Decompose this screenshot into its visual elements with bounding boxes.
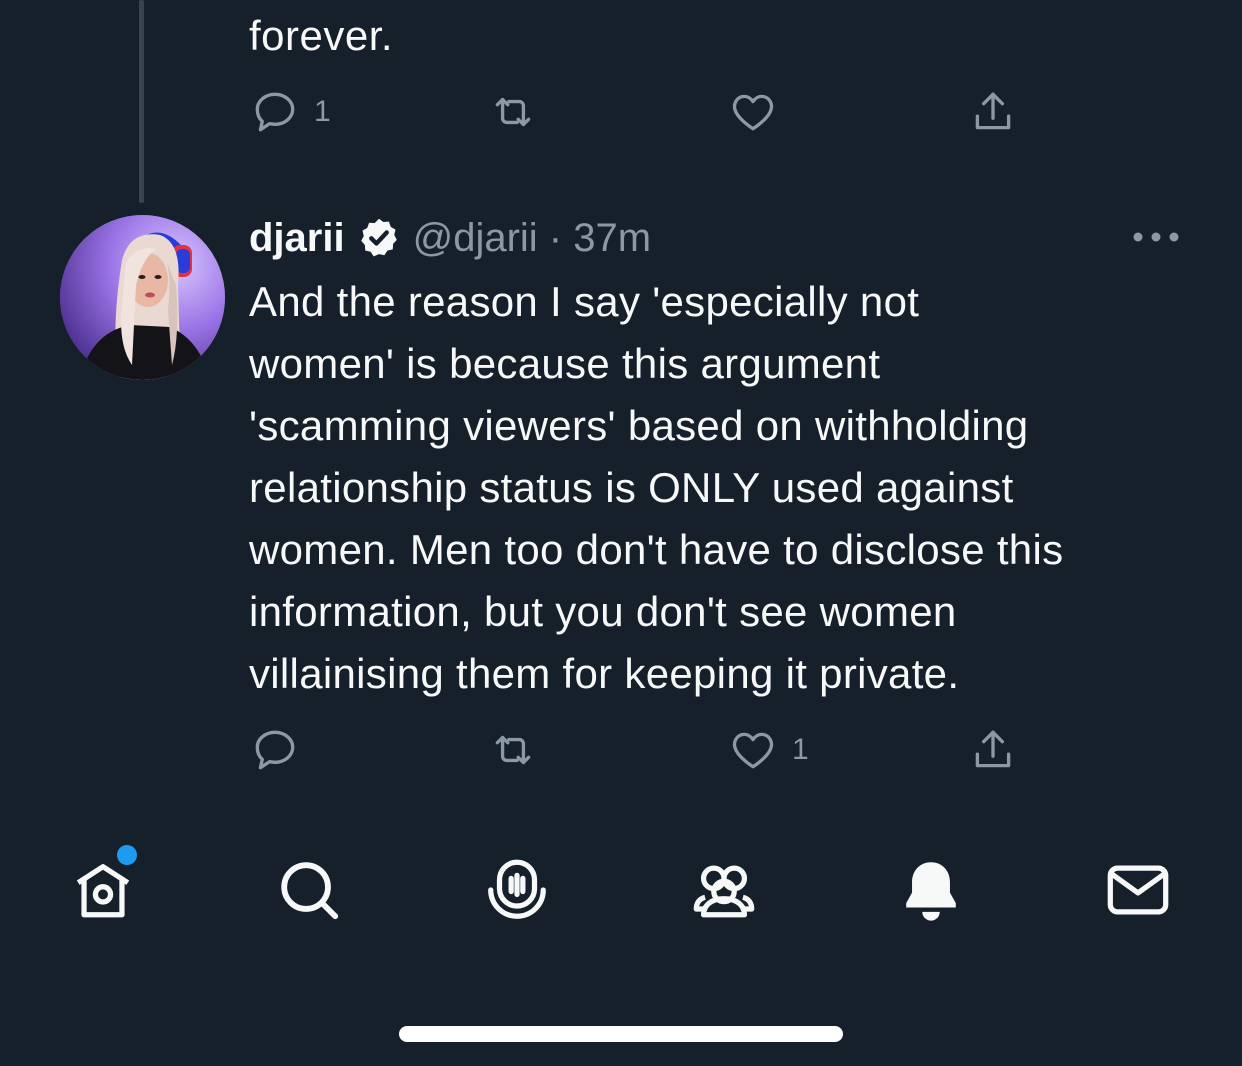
bottom-navigation — [0, 830, 1242, 950]
home-indicator-bar[interactable] — [399, 1026, 843, 1042]
retweet-button[interactable] — [488, 82, 552, 142]
notifications-icon — [896, 855, 966, 925]
reply-icon — [250, 725, 300, 775]
home-icon — [68, 855, 138, 925]
avatar[interactable] — [60, 215, 225, 380]
previous-tweet-actions: 1 — [240, 82, 1060, 142]
messages-icon — [1103, 855, 1173, 925]
display-name[interactable]: djarii — [249, 216, 345, 261]
more-options-icon[interactable] — [1128, 220, 1184, 254]
retweet-icon — [488, 87, 538, 137]
share-button[interactable] — [968, 82, 1018, 142]
share-icon — [968, 725, 1018, 775]
like-button[interactable]: 1 — [728, 720, 809, 780]
nav-notifications[interactable] — [896, 855, 966, 925]
tweet-text: And the reason I say 'especially not wom… — [249, 278, 1064, 697]
communities-icon — [689, 855, 759, 925]
spaces-icon — [482, 855, 552, 925]
nav-spaces[interactable] — [482, 855, 552, 925]
reply-button[interactable]: 1 — [250, 82, 331, 142]
reply-count: 1 — [314, 95, 331, 128]
reply-icon — [250, 87, 300, 137]
verified-badge-icon — [357, 216, 401, 260]
nav-communities[interactable] — [689, 855, 759, 925]
reply-button[interactable] — [250, 720, 314, 780]
heart-icon — [728, 87, 778, 137]
thread-connector-line — [139, 0, 144, 203]
share-icon — [968, 87, 1018, 137]
previous-tweet-text: forever. — [249, 12, 394, 59]
heart-icon — [728, 725, 778, 775]
nav-home[interactable] — [68, 855, 138, 925]
like-button[interactable] — [728, 82, 792, 142]
retweet-icon — [488, 725, 538, 775]
handle-and-timestamp: @djarii · 37m — [412, 215, 652, 260]
like-count: 1 — [792, 733, 809, 766]
tweet-header: djarii @djarii · 37m — [249, 208, 651, 268]
home-new-content-dot — [117, 845, 137, 865]
nav-search[interactable] — [274, 855, 344, 925]
search-icon — [274, 855, 344, 925]
avatar-image — [60, 215, 225, 380]
tweet-actions: 1 — [240, 720, 1060, 780]
share-button[interactable] — [968, 720, 1018, 780]
nav-messages[interactable] — [1103, 855, 1173, 925]
retweet-button[interactable] — [488, 720, 552, 780]
